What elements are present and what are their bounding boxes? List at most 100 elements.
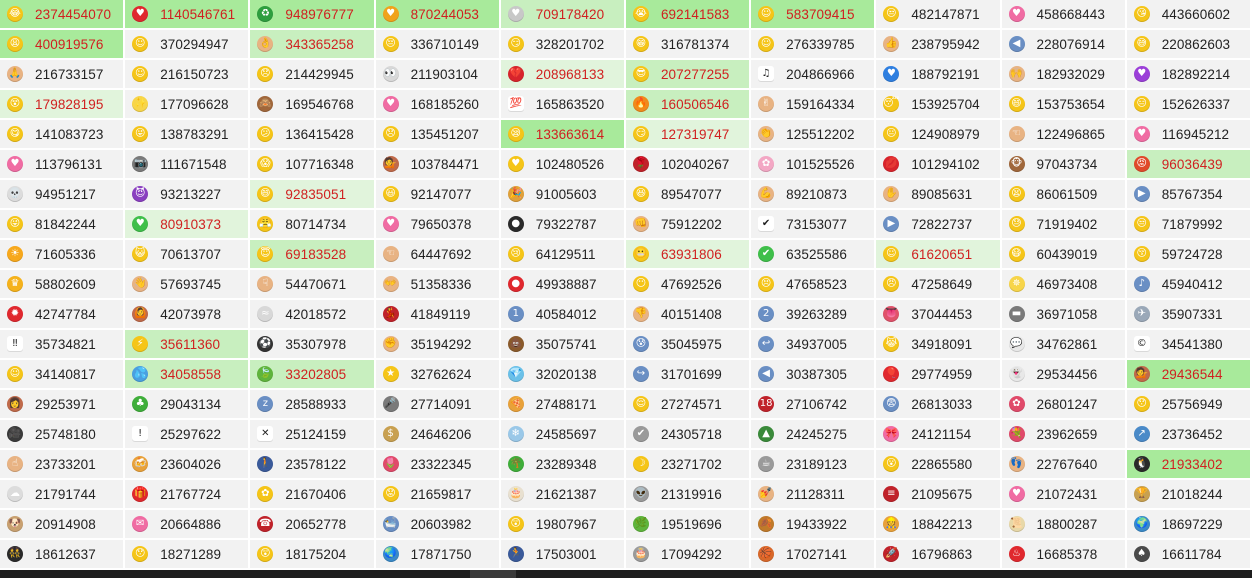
emoji-cell: 🐶 20914908: [0, 510, 126, 540]
emoji-cell: ♻ 948976777: [250, 0, 376, 30]
emoji-count: 79650378: [410, 216, 472, 232]
emoji-cell: 💀 94951217: [0, 180, 126, 210]
sunglasses-icon: 😎: [632, 66, 649, 82]
emoji-count: 57693745: [160, 276, 222, 292]
astonished-2-icon: 😲: [257, 546, 274, 562]
emoji-cell: 😭 692141583: [625, 0, 752, 30]
zzz-icon: z: [257, 396, 274, 412]
emoji-count: 71605336: [35, 246, 96, 262]
hushed-2-icon: 😯: [132, 546, 149, 562]
hushed-icon: 😯: [1133, 396, 1150, 412]
emoji-cell: ♥ 709178420: [500, 0, 626, 30]
emoji-count: 32762624: [410, 366, 472, 382]
emoji-count: 336710149: [410, 36, 480, 52]
hibiscus-icon: ✿: [1008, 396, 1025, 412]
ghost-icon: 👻: [1008, 366, 1025, 382]
dog-icon: 🐶: [7, 516, 23, 532]
clapping-icon: 👏: [758, 126, 775, 142]
emoji-count: 92835051: [285, 186, 347, 202]
eyes-icon: 👀: [382, 66, 399, 82]
movie-camera-icon: 🎥: [7, 426, 23, 442]
nail-polish-icon: 💅: [758, 486, 775, 502]
emoji-cell: © 34541380: [1126, 330, 1252, 360]
emoji-count: 153925704: [911, 96, 980, 112]
grinning-icon: 😄: [1008, 96, 1025, 112]
rewind-icon: ◀: [758, 366, 775, 382]
emoji-count: 34541380: [1161, 336, 1223, 352]
emoji-count: 113796131: [35, 156, 103, 172]
rocket-icon: 🚀: [883, 546, 900, 562]
emoji-cell: 💯 165863520: [500, 90, 626, 120]
emoji-cell: 👷 18842213: [876, 510, 1002, 540]
emoji-count: 127319747: [660, 126, 730, 142]
emoji-cell: ♥ 116945212: [1126, 120, 1252, 150]
emoji-cell: ♪ 45940412: [1126, 270, 1252, 300]
emoji-cell: 👌 343365258: [250, 30, 376, 60]
see-no-evil-icon: 🙈: [257, 96, 274, 112]
emoji-count: 45940412: [1161, 276, 1223, 292]
stuck-out-tongue-icon: 😜: [132, 126, 149, 142]
emoji-count: 22865580: [911, 456, 973, 472]
emoji-cell: ✔ 24305718: [625, 420, 752, 450]
emoji-count: 73153077: [786, 216, 847, 232]
emoji-cell: ✌ 159164334: [751, 90, 877, 120]
emoji-count: 58802609: [35, 276, 96, 292]
coffee-icon: ☕: [758, 456, 775, 472]
emoji-count: 24646206: [410, 426, 472, 442]
emoji-cell: 👎 40151408: [625, 300, 752, 330]
emoji-cell: ♥ 1140546761: [125, 0, 251, 30]
emoji-count: 188792191: [911, 66, 980, 82]
emoji-cell: 😋 141083723: [0, 120, 126, 150]
emoji-cell: 👍 238795942: [876, 30, 1002, 60]
emoji-cell: 😇 69183528: [250, 240, 376, 270]
emoji-count: 27714091: [410, 396, 472, 412]
emoji-count: 169546768: [285, 96, 354, 112]
emoji-count: 49938887: [535, 276, 597, 292]
emoji-count: 328201702: [535, 36, 605, 52]
disappointed-2-icon: 😞: [382, 126, 399, 142]
emoji-count: 34058558: [160, 366, 222, 382]
emoji-cell: 😡 96036439: [1126, 150, 1252, 180]
emoji-count: 107716348: [285, 156, 354, 172]
emoji-count: 211903104: [410, 66, 479, 82]
emoji-cell: 2 39263289: [751, 300, 877, 330]
recycle-icon: ♻: [257, 6, 274, 22]
copyright-icon: ©: [1133, 336, 1150, 352]
emoji-cell: 🎁 21767724: [125, 480, 251, 510]
emoji-count: 72822737: [911, 216, 973, 232]
sweat-drops-icon: 💦: [132, 366, 149, 382]
ok-hand-icon: 👌: [257, 36, 274, 52]
emoji-count: 29534456: [1036, 366, 1098, 382]
globe-icon: 🌍: [1133, 516, 1150, 532]
smirk-icon: 😏: [507, 36, 524, 52]
money-bag-icon: $: [382, 426, 399, 442]
emoji-count: 168185260: [410, 96, 480, 112]
footprints-icon: 👣: [1008, 456, 1025, 472]
emoji-cell: 😚 59724728: [1126, 240, 1252, 270]
emoji-count: 36971058: [1036, 306, 1098, 322]
emoji-cell: ♥ 80910373: [125, 210, 251, 240]
heartpulse-icon: ♥: [382, 216, 399, 232]
point-down-icon: ☟: [257, 276, 274, 292]
emoji-count: 16796863: [911, 546, 973, 562]
emoji-cell: 💎 32020138: [500, 360, 626, 390]
emoji-cell: 1 40584012: [500, 300, 626, 330]
emoji-count: 101525526: [786, 156, 855, 172]
basketball-icon: 🏀: [758, 546, 775, 562]
emoji-cell: ‼ 35734821: [0, 330, 126, 360]
emoji-cell: ♥ 21072431: [1001, 480, 1127, 510]
emoji-cell: 😏 127319747: [625, 120, 752, 150]
emoji-cell: ● 79322787: [500, 210, 626, 240]
emoji-cell: ☺ 370294947: [125, 30, 251, 60]
emoji-count: 34918091: [911, 336, 973, 352]
emoji-cell: 🎂 17094292: [625, 540, 752, 570]
emoji-cell: ⚡ 35611360: [125, 330, 251, 360]
construction-worker-icon: 👷: [883, 516, 900, 532]
emoji-count: 216733157: [35, 66, 104, 82]
taskbar-knob: [470, 570, 516, 578]
emoji-cell: ☺ 276339785: [751, 30, 877, 60]
grinning-2-icon: 😄: [257, 186, 274, 202]
emoji-count: 35611360: [160, 336, 221, 352]
emoji-count: 16685378: [1036, 546, 1098, 562]
emoji-cell: 😄 92835051: [250, 180, 376, 210]
